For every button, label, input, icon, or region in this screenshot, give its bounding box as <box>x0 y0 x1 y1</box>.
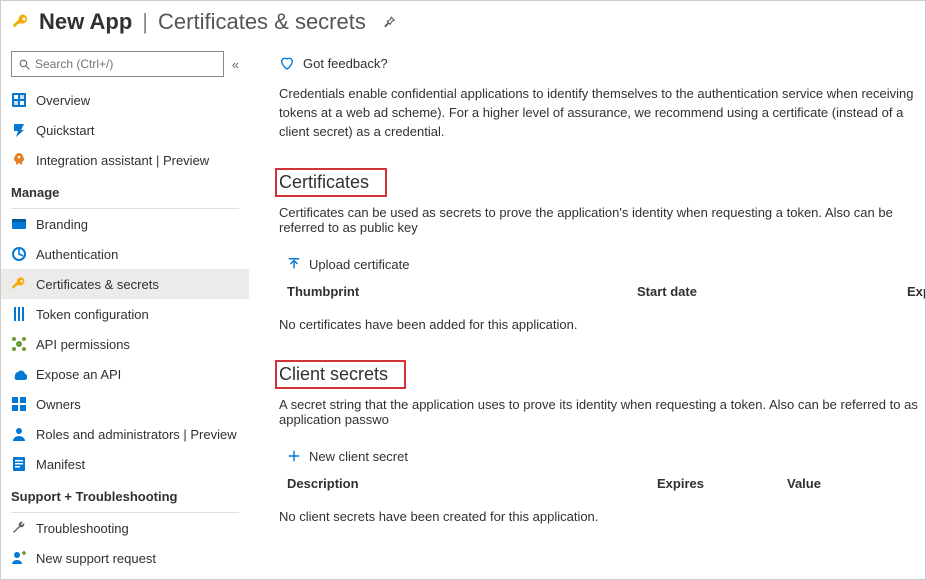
feedback-label: Got feedback? <box>303 56 388 71</box>
api-permissions-icon <box>11 336 27 352</box>
page-title: Certificates & secrets <box>158 9 366 35</box>
roles-icon <box>11 426 27 442</box>
sidebar-item-label: Roles and administrators | Preview <box>36 427 237 442</box>
sidebar-item-integration-assistant[interactable]: Integration assistant | Preview <box>1 145 249 175</box>
certificates-empty-message: No certificates have been added for this… <box>279 305 925 360</box>
secrets-empty-message: No client secrets have been created for … <box>279 497 925 552</box>
col-value: Value <box>787 476 887 491</box>
sidebar-item-certificates-secrets[interactable]: Certificates & secrets <box>1 269 249 299</box>
certificates-heading: Certificates <box>275 168 387 197</box>
col-expires: Expires <box>907 284 925 299</box>
sidebar-item-label: Certificates & secrets <box>36 277 159 292</box>
sidebar-item-label: Expose an API <box>36 367 121 382</box>
nav-section-support: Support + Troubleshooting <box>1 479 249 510</box>
client-secrets-description: A secret string that the application use… <box>279 397 925 427</box>
client-secrets-heading: Client secrets <box>275 360 406 389</box>
title-separator: | <box>142 9 148 35</box>
branding-icon <box>11 216 27 232</box>
col-thumbprint: Thumbprint <box>287 284 637 299</box>
upload-certificate-label: Upload certificate <box>309 257 409 272</box>
sidebar-item-authentication[interactable]: Authentication <box>1 239 249 269</box>
sidebar: « Overview Quickstart Integration assist… <box>1 43 249 577</box>
intro-text: Credentials enable confidential applicat… <box>279 85 925 142</box>
plus-icon <box>287 449 301 463</box>
support-icon <box>11 550 27 566</box>
quickstart-icon <box>11 122 27 138</box>
wrench-icon <box>11 520 27 536</box>
new-client-secret-button[interactable]: New client secret <box>279 445 925 470</box>
sidebar-item-troubleshooting[interactable]: Troubleshooting <box>1 513 249 543</box>
sidebar-item-label: Quickstart <box>36 123 95 138</box>
sidebar-item-label: New support request <box>36 551 156 566</box>
sidebar-item-owners[interactable]: Owners <box>1 389 249 419</box>
sidebar-item-label: Integration assistant | Preview <box>36 153 209 168</box>
certificates-table-header: Thumbprint Start date Expires <box>279 278 925 305</box>
col-start-date: Start date <box>637 284 907 299</box>
heart-icon <box>279 55 295 71</box>
sidebar-item-quickstart[interactable]: Quickstart <box>1 115 249 145</box>
sidebar-item-api-permissions[interactable]: API permissions <box>1 329 249 359</box>
owners-icon <box>11 396 27 412</box>
nav-section-manage: Manage <box>1 175 249 206</box>
sidebar-item-label: Manifest <box>36 457 85 472</box>
sidebar-item-manifest[interactable]: Manifest <box>1 449 249 479</box>
certificates-description: Certificates can be used as secrets to p… <box>279 205 925 235</box>
sidebar-item-new-support-request[interactable]: New support request <box>1 543 249 573</box>
overview-icon <box>11 92 27 108</box>
search-input[interactable] <box>35 57 217 71</box>
sidebar-item-label: Overview <box>36 93 90 108</box>
rocket-icon <box>11 152 27 168</box>
key-icon <box>11 12 31 32</box>
app-title: New App <box>39 9 132 35</box>
sidebar-item-token-configuration[interactable]: Token configuration <box>1 299 249 329</box>
sidebar-item-branding[interactable]: Branding <box>1 209 249 239</box>
collapse-sidebar-icon[interactable]: « <box>232 57 239 72</box>
search-icon <box>18 58 31 71</box>
sidebar-item-roles-admins[interactable]: Roles and administrators | Preview <box>1 419 249 449</box>
col-expires: Expires <box>657 476 787 491</box>
main-content: Got feedback? Credentials enable confide… <box>249 43 925 577</box>
token-icon <box>11 306 27 322</box>
new-client-secret-label: New client secret <box>309 449 408 464</box>
expose-api-icon <box>11 366 27 382</box>
feedback-link[interactable]: Got feedback? <box>279 49 925 85</box>
sidebar-item-label: API permissions <box>36 337 130 352</box>
upload-icon <box>287 257 301 271</box>
sidebar-item-label: Token configuration <box>36 307 149 322</box>
col-description: Description <box>287 476 657 491</box>
key-icon <box>11 276 27 292</box>
search-input-container[interactable] <box>11 51 224 77</box>
sidebar-item-label: Branding <box>36 217 88 232</box>
sidebar-item-label: Troubleshooting <box>36 521 129 536</box>
pin-icon[interactable] <box>382 15 396 29</box>
sidebar-item-label: Owners <box>36 397 81 412</box>
manifest-icon <box>11 456 27 472</box>
page-header: New App | Certificates & secrets <box>1 1 925 43</box>
sidebar-item-label: Authentication <box>36 247 118 262</box>
upload-certificate-button[interactable]: Upload certificate <box>279 253 925 278</box>
sidebar-item-overview[interactable]: Overview <box>1 85 249 115</box>
sidebar-item-expose-api[interactable]: Expose an API <box>1 359 249 389</box>
auth-icon <box>11 246 27 262</box>
secrets-table-header: Description Expires Value <box>279 470 925 497</box>
